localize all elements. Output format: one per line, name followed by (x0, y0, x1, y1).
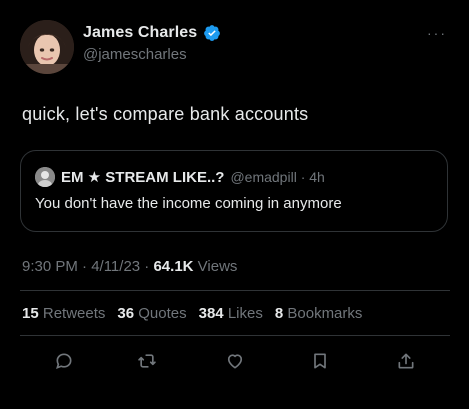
views-count: 64.1K (153, 258, 194, 275)
quotes-count: 36 (117, 305, 135, 322)
quoted-author-name: EM ★ STREAM LIKE..? (61, 169, 225, 186)
more-options-icon[interactable]: ··· (427, 26, 447, 40)
quotes-stat[interactable]: 36 Quotes (117, 305, 186, 322)
author-avatar[interactable] (20, 20, 74, 74)
engagement-stats: 15 Retweets 36 Quotes 384 Likes 8 Bookma… (22, 305, 362, 322)
retweets-label: Retweets (42, 305, 106, 322)
tweet-card: James Charles @jamescharles ··· quick, l… (0, 0, 469, 409)
quoted-tweet[interactable]: EM ★ STREAM LIKE..? @emadpill · 4h You d… (20, 150, 448, 232)
retweets-count: 15 (22, 305, 39, 322)
likes-stat[interactable]: 384 Likes (199, 305, 263, 322)
bookmarks-stat[interactable]: 8 Bookmarks (275, 305, 363, 322)
reply-icon (56, 353, 72, 370)
reply-button[interactable] (50, 347, 78, 375)
retweet-icon (138, 354, 156, 368)
verified-badge-icon (203, 24, 221, 42)
likes-label: Likes (227, 305, 263, 322)
tweet-text: quick, let's compare bank accounts (22, 104, 309, 124)
share-icon (398, 353, 414, 369)
share-button[interactable] (392, 347, 420, 375)
quoted-tweet-text: You don't have the income coming in anym… (35, 195, 342, 212)
tweet-datetime[interactable]: 9:30 PM · 4/11/23 · (22, 258, 153, 275)
likes-count: 384 (198, 305, 224, 322)
bookmark-button[interactable] (306, 347, 334, 375)
divider-top (20, 290, 450, 291)
bookmarks-label: Bookmarks (287, 305, 363, 322)
bookmarks-count: 8 (274, 305, 284, 322)
author-name-row: James Charles (83, 24, 221, 42)
action-bar (40, 347, 430, 375)
quoted-author-avatar (35, 167, 55, 187)
tweet-meta: 9:30 PM · 4/11/23 · 64.1K Views (22, 258, 237, 275)
like-button[interactable] (221, 347, 249, 375)
retweet-button[interactable] (133, 347, 161, 375)
author-display-name[interactable]: James Charles (83, 24, 197, 42)
views-label: Views (193, 258, 238, 275)
avatar-image (20, 20, 74, 74)
bookmark-icon (314, 353, 326, 369)
quoted-tweet-header: EM ★ STREAM LIKE..? @emadpill · 4h (35, 167, 325, 187)
quotes-label: Quotes (138, 305, 187, 322)
divider-bottom (20, 335, 450, 336)
retweets-stat[interactable]: 15 Retweets (22, 305, 105, 322)
like-icon (227, 354, 243, 369)
author-handle[interactable]: @jamescharles (83, 46, 187, 63)
quoted-author-handle-time: @emadpill · 4h (230, 169, 325, 185)
